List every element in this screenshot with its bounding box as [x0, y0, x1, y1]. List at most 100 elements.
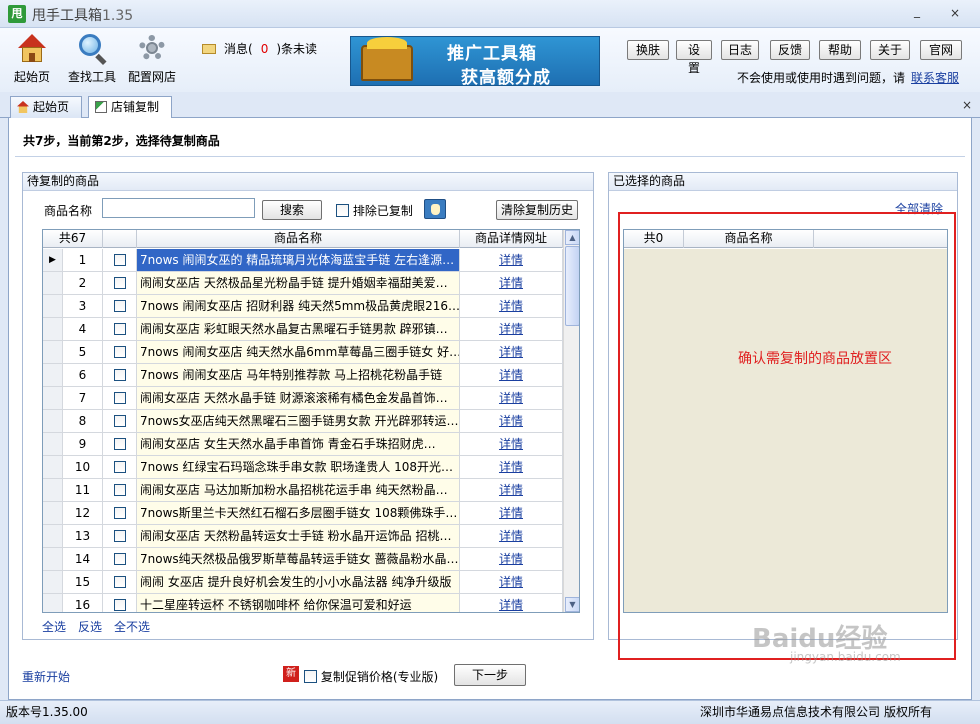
product-name-cell[interactable]: 闹闹女巫店 马达加斯加粉水晶招桃花运手串 纯天然粉晶… — [137, 479, 460, 501]
row-checkbox-cell[interactable] — [103, 387, 137, 409]
close-icon[interactable]: × — [948, 6, 962, 20]
tab-home[interactable]: 起始页 — [10, 96, 82, 118]
row-checkbox-cell[interactable] — [103, 456, 137, 478]
copy-promo-price-checkbox[interactable]: 复制促销价格(专业版) — [304, 668, 438, 685]
details-link[interactable]: 详情 — [460, 433, 563, 455]
message-notice[interactable]: 消息(0)条未读 — [202, 40, 317, 57]
product-name-input[interactable] — [102, 198, 255, 218]
product-name-cell[interactable]: 闹闹女巫店 天然粉晶转运女士手链 粉水晶开运饰品 招桃… — [137, 525, 460, 547]
product-name-cell[interactable]: 7nows 红绿宝石玛瑙念珠手串女款 职场逢贵人 108开光… — [137, 456, 460, 478]
row-checkbox-cell[interactable] — [103, 433, 137, 455]
table-row[interactable]: 8 7nows女巫店纯天然黑曜石三圈手链男女款 开光辟邪转运… 详情 — [43, 410, 563, 433]
row-checkbox-cell[interactable] — [103, 295, 137, 317]
settings-button[interactable]: 设置 — [676, 40, 712, 75]
table-scrollbar[interactable]: ▲ ▼ — [563, 230, 579, 612]
row-checkbox-cell[interactable] — [103, 548, 137, 570]
row-checkbox-cell[interactable] — [103, 410, 137, 432]
details-link[interactable]: 详情 — [460, 525, 563, 547]
product-name-cell[interactable]: 7nows斯里兰卡天然红石榴石多层圈手链女 108颗佛珠手… — [137, 502, 460, 524]
product-name-cell[interactable]: 7nows女巫店纯天然黑曜石三圈手链男女款 开光辟邪转运… — [137, 410, 460, 432]
minimize-icon[interactable]: _ — [910, 4, 924, 18]
product-name-cell[interactable]: 7nows 闹闹女巫店 纯天然水晶6mm草莓晶三圈手链女 好… — [137, 341, 460, 363]
row-checkbox-cell[interactable] — [103, 571, 137, 593]
details-link[interactable]: 详情 — [460, 272, 563, 294]
find-tool-button[interactable]: 查找工具 — [68, 32, 116, 85]
table-row[interactable]: 6 7nows 闹闹女巫店 马年特别推荐款 马上招桃花粉晶手链 详情 — [43, 364, 563, 387]
log-button[interactable]: 日志 — [721, 40, 759, 60]
row-checkbox-cell[interactable] — [103, 318, 137, 340]
exclude-copied-checkbox[interactable]: 排除已复制 — [336, 202, 413, 219]
checkbox[interactable] — [113, 576, 126, 588]
about-button[interactable]: 关于 — [870, 40, 910, 60]
checkbox[interactable] — [113, 484, 126, 496]
table-row[interactable]: 7 闹闹女巫店 天然水晶手链 财源滚滚稀有橘色金发晶首饰… 详情 — [43, 387, 563, 410]
feedback-button[interactable]: 反馈 — [770, 40, 810, 60]
checkbox[interactable] — [113, 254, 126, 266]
checkbox[interactable] — [113, 300, 126, 312]
table-row[interactable]: 11 闹闹女巫店 马达加斯加粉水晶招桃花运手串 纯天然粉晶… 详情 — [43, 479, 563, 502]
scroll-up-icon[interactable]: ▲ — [565, 230, 579, 245]
header-link[interactable]: 商品详情网址 — [460, 230, 563, 248]
search-button[interactable]: 搜索 — [262, 200, 322, 220]
details-link[interactable]: 详情 — [460, 249, 563, 271]
table-row[interactable]: 3 7nows 闹闹女巫店 招财利器 纯天然5mm极品黄虎眼216… 详情 — [43, 295, 563, 318]
product-name-cell[interactable]: 闹闹女巫店 天然水晶手链 财源滚滚稀有橘色金发晶首饰… — [137, 387, 460, 409]
details-link[interactable]: 详情 — [460, 295, 563, 317]
table-row[interactable]: 2 闹闹女巫店 天然极品星光粉晶手链 提升婚姻幸福甜美爱… 详情 — [43, 272, 563, 295]
details-link[interactable]: 详情 — [460, 571, 563, 593]
table-row[interactable]: 10 7nows 红绿宝石玛瑙念珠手串女款 职场逢贵人 108开光… 详情 — [43, 456, 563, 479]
row-checkbox-cell[interactable] — [103, 249, 137, 271]
details-link[interactable]: 详情 — [460, 548, 563, 570]
checkbox[interactable] — [113, 415, 126, 427]
product-name-cell[interactable]: 闹闹 女巫店 提升良好机会发生的小小水晶法器 纯净升级版 — [137, 571, 460, 593]
product-name-cell[interactable]: 7nows 闹闹女巫的 精品琉璃月光体海蓝宝手链 左右逢源… — [137, 249, 460, 271]
details-link[interactable]: 详情 — [460, 318, 563, 340]
home-tool-button[interactable]: 起始页 — [14, 32, 50, 85]
checkbox[interactable] — [113, 461, 126, 473]
row-checkbox-cell[interactable] — [103, 502, 137, 524]
table-row[interactable]: 14 7nows纯天然极品俄罗斯草莓晶转运手链女 蔷薇晶粉水晶… 详情 — [43, 548, 563, 571]
row-checkbox-cell[interactable] — [103, 341, 137, 363]
checkbox[interactable] — [113, 277, 126, 289]
checkbox[interactable] — [113, 599, 126, 611]
help-button[interactable]: 帮助 — [819, 40, 861, 60]
restart-link[interactable]: 重新开始 — [22, 668, 70, 685]
product-name-cell[interactable]: 闹闹女巫店 天然极品星光粉晶手链 提升婚姻幸福甜美爱… — [137, 272, 460, 294]
invert-selection-link[interactable]: 反选 — [78, 618, 102, 635]
hand-pointer-icon[interactable] — [424, 199, 446, 219]
table-row[interactable]: 9 闹闹女巫店 女生天然水晶手串首饰 青金石手珠招财虎… 详情 — [43, 433, 563, 456]
details-link[interactable]: 详情 — [460, 341, 563, 363]
header-name[interactable]: 商品名称 — [137, 230, 460, 248]
contact-support-link[interactable]: 联系客服 — [911, 71, 959, 85]
table-row[interactable]: 12 7nows斯里兰卡天然红石榴石多层圈手链女 108颗佛珠手… 详情 — [43, 502, 563, 525]
row-checkbox-cell[interactable] — [103, 525, 137, 547]
checkbox[interactable] — [336, 204, 349, 217]
checkbox[interactable] — [113, 553, 126, 565]
details-link[interactable]: 详情 — [460, 410, 563, 432]
details-link[interactable]: 详情 — [460, 456, 563, 478]
table-row[interactable]: 4 闹闹女巫店 彩虹眼天然水晶复古黑曜石手链男款 辟邪镇… 详情 — [43, 318, 563, 341]
table-row[interactable]: 16 十二星座转运杯 不锈钢咖啡杯 给你保温可爱和好运 详情 — [43, 594, 563, 612]
scroll-thumb[interactable] — [565, 246, 579, 326]
config-shop-button[interactable]: 配置网店 — [128, 32, 176, 85]
checkbox[interactable] — [113, 507, 126, 519]
product-name-cell[interactable]: 7nows 闹闹女巫店 招财利器 纯天然5mm极品黄虎眼216… — [137, 295, 460, 317]
product-name-cell[interactable]: 闹闹女巫店 彩虹眼天然水晶复古黑曜石手链男款 辟邪镇… — [137, 318, 460, 340]
details-link[interactable]: 详情 — [460, 594, 563, 612]
next-step-button[interactable]: 下一步 — [454, 664, 526, 686]
tab-shop-copy[interactable]: 店铺复制 — [88, 96, 172, 119]
checkbox[interactable] — [113, 438, 126, 450]
website-button[interactable]: 官网 — [920, 40, 962, 60]
checkbox[interactable] — [113, 323, 126, 335]
row-checkbox-cell[interactable] — [103, 364, 137, 386]
table-row[interactable]: 13 闹闹女巫店 天然粉晶转运女士手链 粉水晶开运饰品 招桃… 详情 — [43, 525, 563, 548]
details-link[interactable]: 详情 — [460, 502, 563, 524]
checkbox[interactable] — [113, 369, 126, 381]
scroll-down-icon[interactable]: ▼ — [565, 597, 579, 612]
checkbox[interactable] — [113, 530, 126, 542]
details-link[interactable]: 详情 — [460, 479, 563, 501]
product-name-cell[interactable]: 闹闹女巫店 女生天然水晶手串首饰 青金石手珠招财虎… — [137, 433, 460, 455]
promo-banner[interactable]: 推广工具箱 获高额分成 — [350, 36, 600, 86]
checkbox[interactable] — [113, 346, 126, 358]
checkbox[interactable] — [113, 392, 126, 404]
